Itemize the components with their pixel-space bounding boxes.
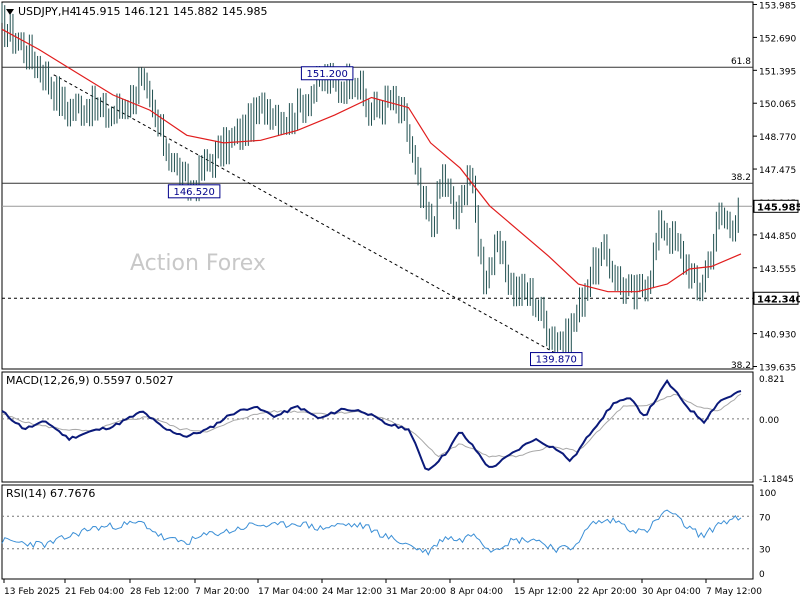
price-y-tick-label: 139.635 xyxy=(759,364,796,374)
price-y-tick-label: 150.065 xyxy=(759,100,796,110)
price-marker-label: 142.340 xyxy=(757,294,800,305)
macd-y-tick-label: 0.00 xyxy=(759,416,779,426)
price-y-tick-label: 152.690 xyxy=(759,34,796,44)
price-y-tick-label: 144.850 xyxy=(759,232,796,242)
price-y-tick-label: 151.395 xyxy=(759,67,796,77)
rsi-title: RSI(14) 67.7676 xyxy=(6,487,95,500)
rsi-y-tick-label: 0 xyxy=(759,570,765,580)
price-panel: USDJPY,H4 145.915 146.121 145.882 145.98… xyxy=(1,1,800,374)
x-tick-label: 22 Apr 20:00 xyxy=(578,587,637,597)
chart-canvas: USDJPY,H4 145.915 146.121 145.882 145.98… xyxy=(1,1,800,597)
x-tick-label: 13 Feb 2025 xyxy=(4,587,60,597)
rsi-y-tick-label: 30 xyxy=(759,546,771,556)
x-tick-label: 24 Mar 12:00 xyxy=(322,587,382,597)
macd-panel: MACD(12,26,9) 0.5597 0.5027 0.821 0.00 -1.… xyxy=(1,371,794,485)
x-tick-label: 17 Mar 04:00 xyxy=(258,587,318,597)
price-y-tick-label: 147.475 xyxy=(759,166,796,176)
price-y-tick-label: 143.555 xyxy=(759,265,796,275)
price-y-tick-label: 153.985 xyxy=(759,2,796,12)
watermark: Action Forex xyxy=(130,251,266,276)
x-tick-label: 7 Mar 20:00 xyxy=(195,587,250,597)
x-tick-label: 15 Apr 12:00 xyxy=(514,587,573,597)
macd-y-tick-label: -1.1845 xyxy=(759,475,794,485)
x-tick-label: 8 Apr 04:00 xyxy=(450,587,503,597)
fib-level-label: 61.8 xyxy=(731,57,751,67)
macd-panel-frame xyxy=(1,371,754,483)
price-y-tick-label: 140.930 xyxy=(759,331,796,341)
rsi-y-tick-label: 100 xyxy=(759,489,776,499)
price-panel-frame xyxy=(1,1,754,370)
x-tick-label: 7 May 12:00 xyxy=(706,587,762,597)
x-tick-label: 28 Feb 12:00 xyxy=(130,587,189,597)
fib-level-label: 38.2 xyxy=(731,173,751,183)
fib-level-label: 38.2 xyxy=(731,361,751,371)
price-annotation-label: 139.870 xyxy=(536,355,577,366)
x-tick-label: 30 Apr 04:00 xyxy=(642,587,701,597)
price-y-tick-label: 148.770 xyxy=(759,133,796,143)
macd-y-tick-label: 0.821 xyxy=(759,375,785,385)
symbol-label: USDJPY,H4 xyxy=(18,5,77,18)
ohlc-label: 145.915 146.121 145.882 145.985 xyxy=(75,5,267,18)
x-axis: 13 Feb 2025 21 Feb 04:00 28 Feb 12:00 7 Mar… xyxy=(3,579,762,597)
price-marker-label: 145.985 xyxy=(757,202,800,213)
rsi-y-tick-label: 70 xyxy=(759,513,771,523)
x-tick-label: 31 Mar 20:00 xyxy=(386,587,446,597)
x-tick-label: 21 Feb 04:00 xyxy=(65,587,124,597)
price-annotation-label: 146.520 xyxy=(173,187,214,198)
macd-title: MACD(12,26,9) 0.5597 0.5027 xyxy=(6,374,174,387)
price-annotation-label: 151.200 xyxy=(306,69,347,80)
rsi-panel: RSI(14) 67.7676 100 70 30 0 xyxy=(1,484,776,580)
